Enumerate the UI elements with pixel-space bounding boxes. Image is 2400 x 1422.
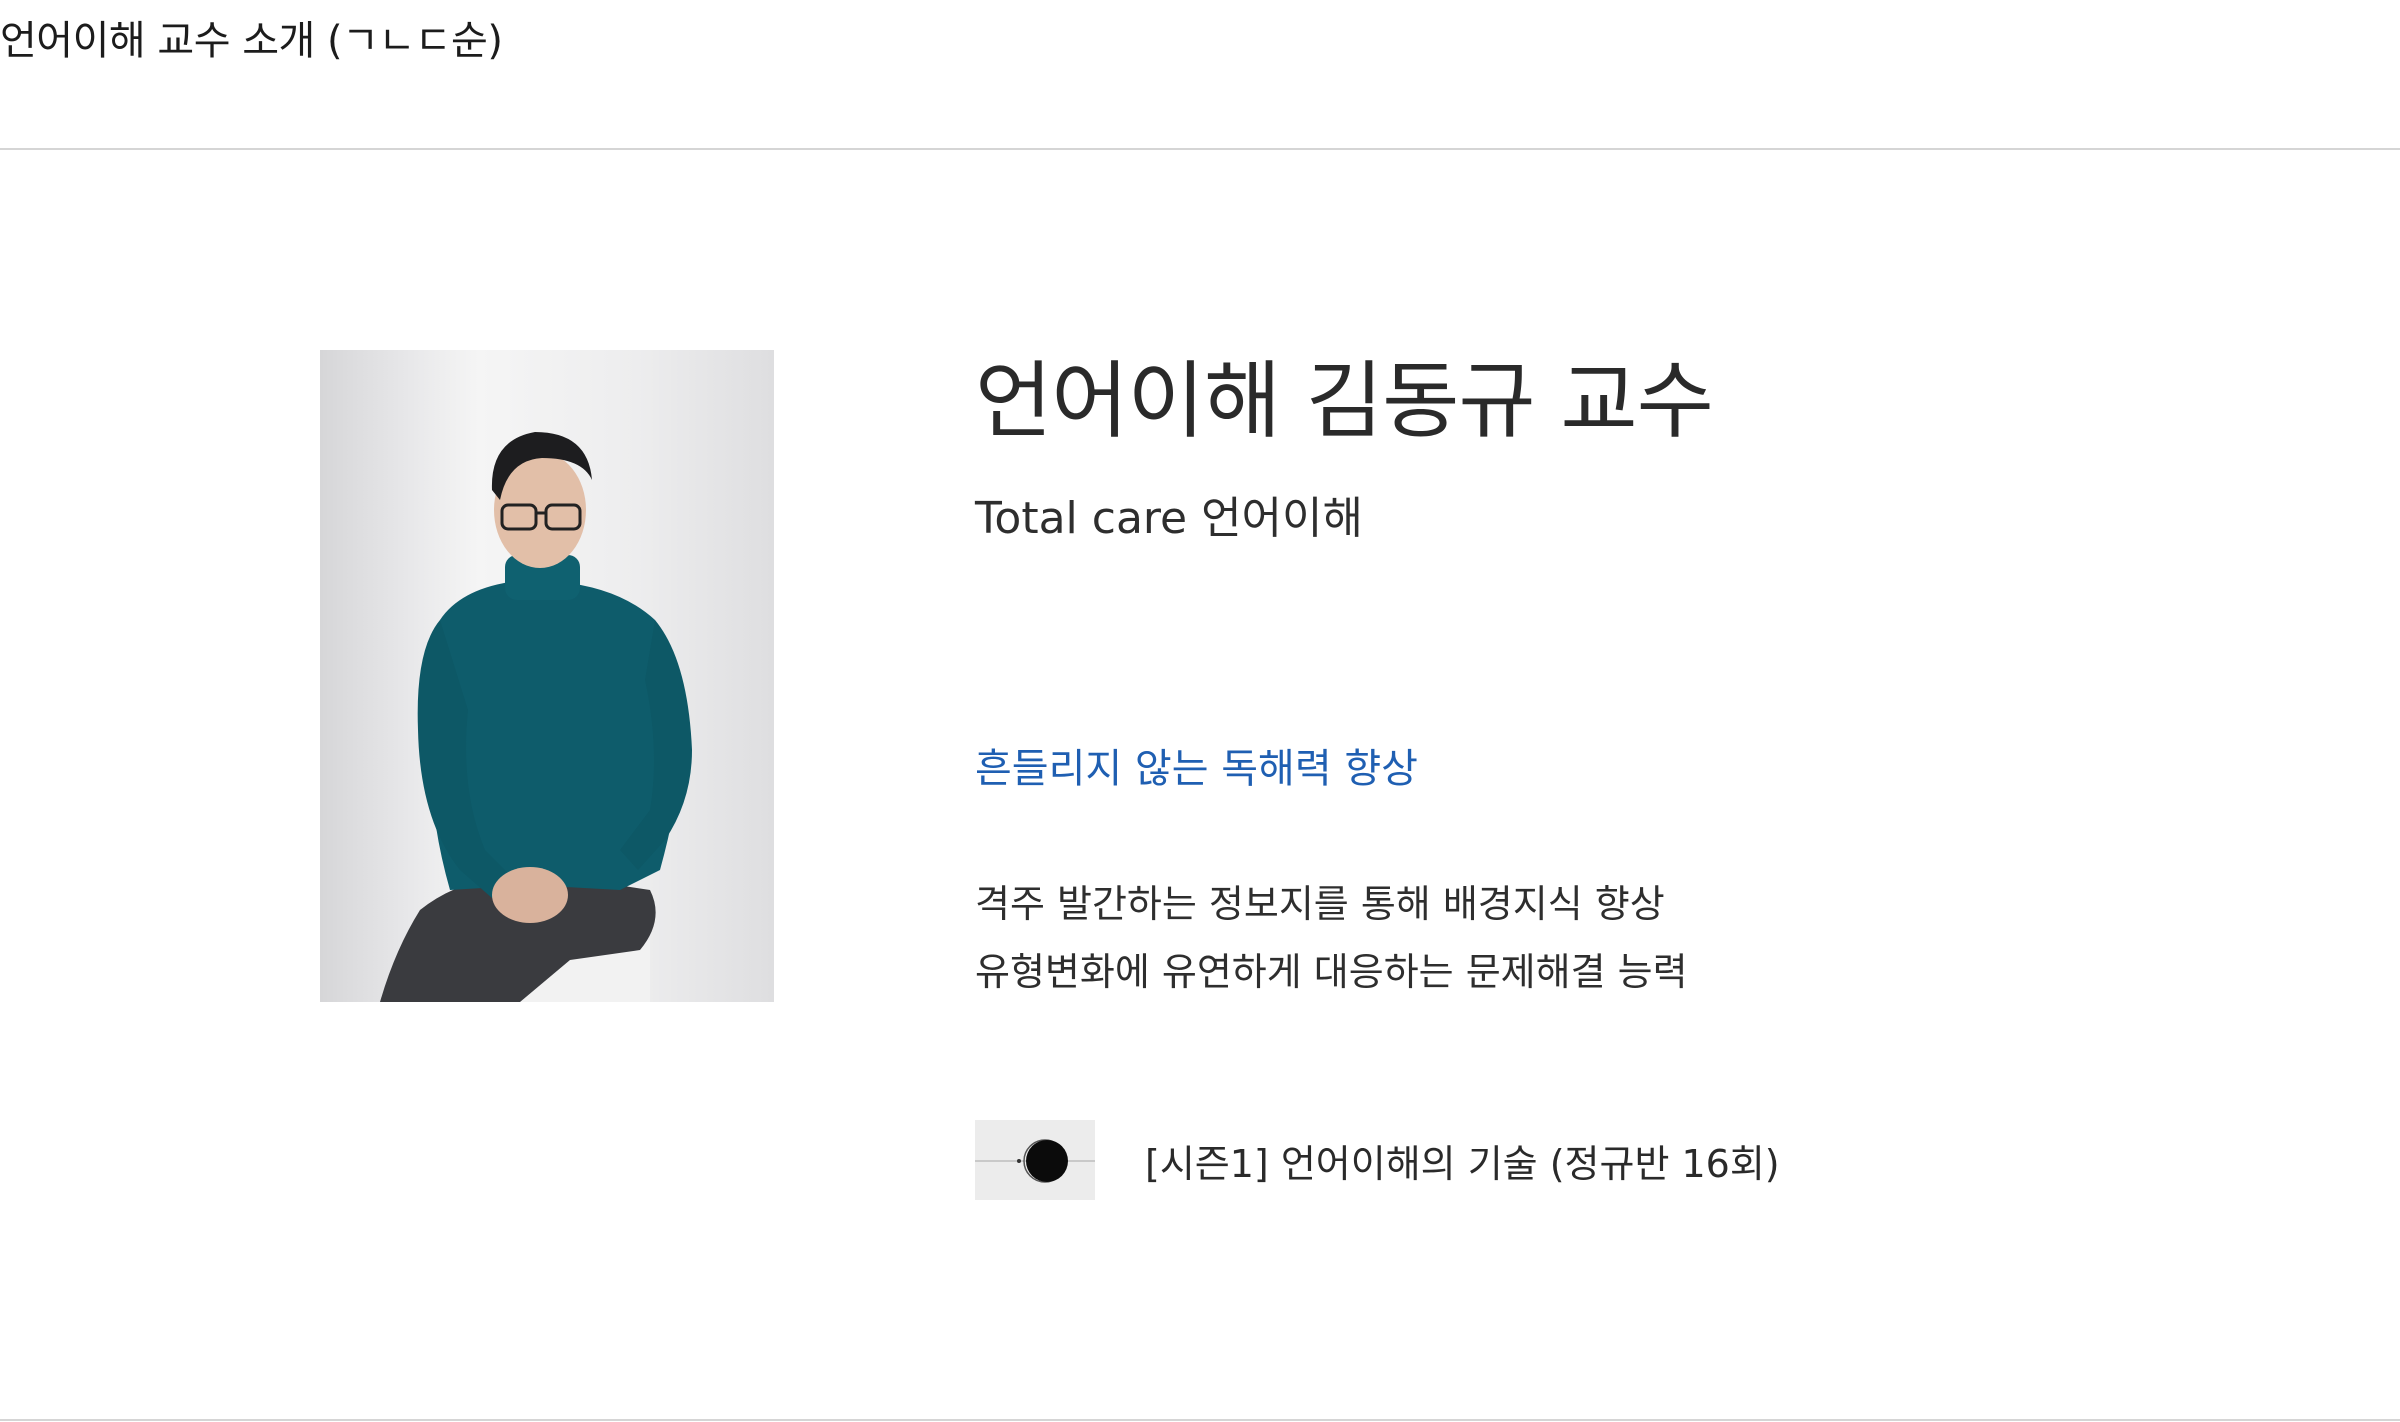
page-title: 언어이해 교수 소개 (ㄱㄴㄷ순) [0, 18, 503, 64]
course-label: [시즌1] 언어이해의 기술 (정규반 16회) [1145, 1141, 1780, 1186]
description-line: 유형변화에 유연하게 대응하는 문제해결 능력 [975, 950, 1688, 994]
eclipse-icon [975, 1120, 1095, 1200]
professor-description: 격주 발간하는 정보지를 통해 배경지식 향상 유형변화에 유연하게 대응하는 … [975, 870, 1688, 1006]
course-link[interactable]: [시즌1] 언어이해의 기술 (정규반 16회) [975, 1120, 1780, 1200]
professor-tagline: Total care 언어이해 [975, 493, 1363, 544]
professor-name: 언어이해 김동규 교수 [975, 352, 1714, 450]
description-line: 격주 발간하는 정보지를 통해 배경지식 향상 [975, 882, 1665, 926]
page: 언어이해 교수 소개 (ㄱㄴㄷ순) 언어이해 김동규 교수 Total care… [0, 0, 2400, 1422]
divider [0, 1419, 2400, 1421]
divider [0, 148, 2400, 150]
professor-highlight: 흔들리지 않는 독해력 향상 [975, 746, 1418, 792]
professor-photo [320, 350, 774, 1002]
